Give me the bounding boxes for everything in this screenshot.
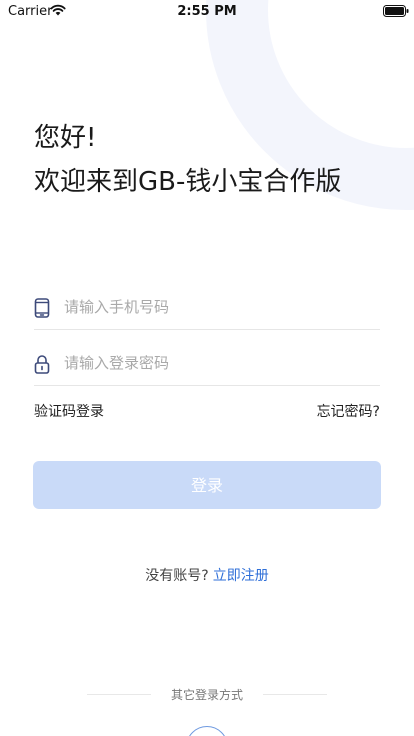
lock-icon [34, 355, 50, 374]
password-field [34, 342, 380, 386]
login-options-row: 验证码登录 忘记密码? [34, 401, 380, 421]
welcome-heading: 您好! 欢迎来到GB-钱小宝合作版 [34, 116, 341, 204]
other-login-label: 其它登录方式 [170, 688, 243, 702]
status-time: 2:55 PM [177, 4, 237, 19]
phone-field [34, 286, 380, 330]
sms-login-link[interactable]: 验证码登录 [34, 401, 104, 421]
register-row: 没有账号? 立即注册 [0, 565, 414, 585]
phone-icon [34, 298, 50, 318]
register-prompt: 没有账号? [145, 568, 209, 584]
greeting-line-2: 欢迎来到GB-钱小宝合作版 [34, 167, 342, 197]
login-button[interactable]: 登录 [33, 461, 381, 509]
status-bar: Carrier 2:55 PM [0, 0, 414, 22]
greeting-line-1: 您好! [34, 123, 97, 153]
battery-icon [383, 5, 409, 17]
register-link[interactable]: 立即注册 [213, 568, 269, 584]
password-input[interactable] [64, 350, 364, 376]
login-screen: Carrier 2:55 PM 您好! 欢迎来到GB-钱小宝合作版 请输入手机号… [0, 0, 414, 736]
divider-line-right [263, 694, 327, 695]
other-login-divider: 其它登录方式 [0, 686, 414, 704]
forgot-password-link[interactable]: 忘记密码? [317, 401, 380, 421]
alternate-login-button[interactable] [186, 726, 228, 736]
phone-input[interactable] [64, 294, 364, 320]
